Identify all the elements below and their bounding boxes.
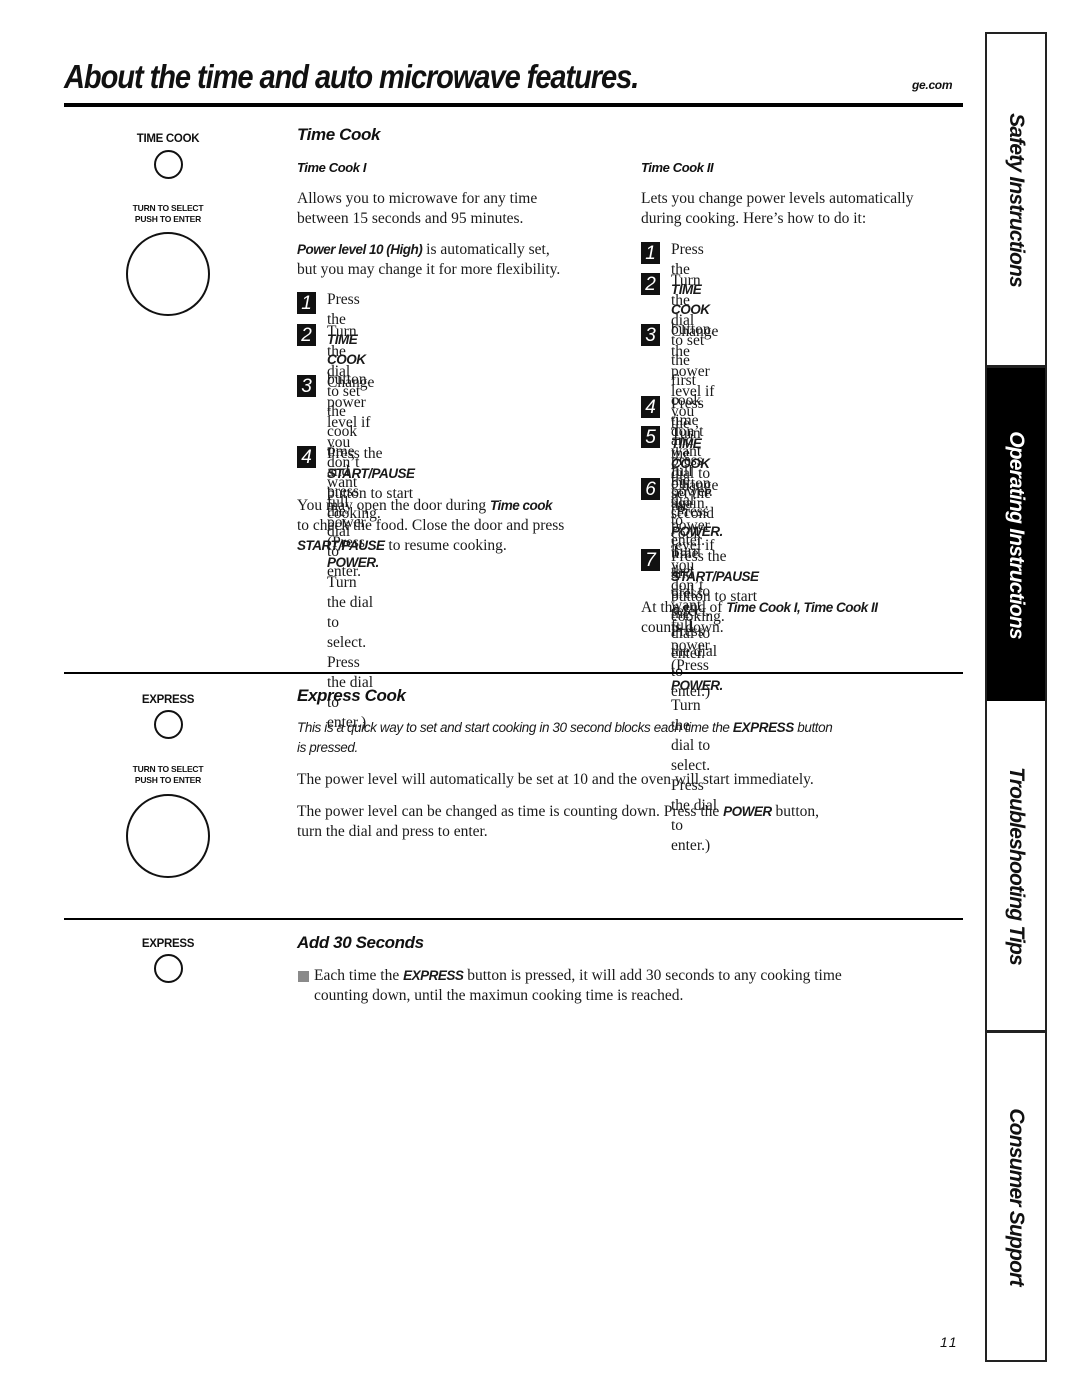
step-number: 5	[641, 426, 660, 448]
dial-icon	[126, 232, 210, 316]
time-cook-button-icon	[154, 150, 183, 179]
text-line: Allows you to microwave for any time	[297, 190, 538, 207]
dial-label-turn: TURN TO SELECT	[132, 764, 204, 774]
button-name: POWER.	[327, 555, 379, 570]
express-button-icon	[154, 710, 183, 739]
end-note: At the end of Time Cook I, Time Cook II …	[641, 598, 878, 638]
button-name: POWER.	[671, 678, 723, 693]
text-span: is automatically set,	[422, 241, 550, 258]
dial-label-push: PUSH TO ENTER	[134, 775, 202, 785]
step-number: 6	[641, 478, 660, 500]
tab-safety-instructions[interactable]: Safety Instructions	[987, 34, 1045, 365]
text-span: button,	[771, 803, 820, 820]
text-span: At the end of	[641, 599, 727, 616]
text-span: to resume cooking.	[384, 537, 507, 554]
text-line: during cooking. Here’s how to do it:	[641, 210, 867, 227]
power-level-note: Power level 10 (High) is automatically s…	[297, 240, 560, 280]
tab-consumer-support[interactable]: Consumer Support	[987, 1033, 1045, 1360]
button-name: START/PAUSE	[327, 466, 415, 481]
button-name: EXPRESS	[732, 720, 794, 735]
step-number: 7	[641, 549, 660, 571]
text-line: This is a quick way to set and start coo…	[297, 718, 833, 738]
time-cook-i-intro: Allows you to microwave for any time bet…	[297, 189, 537, 229]
text-span: This is a quick way to set and start coo…	[297, 720, 733, 735]
tab-label: Operating Instructions	[1005, 430, 1028, 639]
button-name: START/PAUSE	[671, 569, 759, 584]
text-span: Each time the	[314, 967, 404, 984]
express-cook-para1: The power level will automatically be se…	[297, 771, 814, 788]
power-level-bold: Power level 10 (High)	[297, 242, 423, 257]
door-note: You may open the door during Time cook t…	[297, 496, 564, 556]
express-button-icon	[154, 954, 183, 983]
express-cook-intro: This is a quick way to set and start coo…	[297, 718, 833, 758]
dial-label-turn: TURN TO SELECT	[132, 203, 204, 213]
text-line: START/PAUSE to resume cooking.	[297, 536, 564, 556]
text-span: Turn the dial	[327, 574, 374, 611]
text-line: counts down.	[641, 619, 724, 636]
text-line: You may open the door during Time cook	[297, 496, 564, 516]
text-line: counting down, until the maximun cooking…	[314, 987, 684, 1004]
text-line: between 15 seconds and 95 minutes.	[297, 210, 524, 227]
time-cook-ii-intro: Lets you change power levels automatical…	[641, 189, 913, 229]
step-number: 4	[297, 446, 316, 468]
step-number: 3	[641, 324, 660, 346]
time-cook-heading: Time Cook	[297, 125, 380, 144]
feature-name: Time cook	[490, 498, 553, 513]
text-line: Each time the EXPRESS button is pressed,…	[314, 966, 842, 986]
tab-label: Consumer Support	[1005, 1107, 1028, 1286]
express-cook-para2: The power level can be changed as time i…	[297, 802, 819, 842]
time-cook-button-label: TIME COOK	[136, 133, 200, 145]
time-cook-i-subheading: Time Cook I	[297, 160, 367, 175]
tab-label: Safety Instructions	[1005, 112, 1028, 287]
button-name: START/PAUSE	[297, 538, 385, 553]
button-name: POWER	[723, 804, 772, 819]
text-line: turn the dial and press to enter.	[297, 823, 488, 840]
text-span: Press the	[327, 445, 383, 462]
step-number: 3	[297, 375, 316, 397]
add-30-heading: Add 30 Seconds	[297, 933, 424, 952]
text-line: At the end of Time Cook I, Time Cook II	[641, 598, 878, 618]
add-30-text: Each time the EXPRESS button is pressed,…	[314, 966, 842, 1006]
step-number: 4	[641, 396, 660, 418]
text-line: but you may change it for more flexibili…	[297, 261, 561, 278]
tab-troubleshooting-tips[interactable]: Troubleshooting Tips	[987, 701, 1045, 1030]
text-span: Press the	[671, 548, 727, 565]
tab-label: Troubleshooting Tips	[1005, 766, 1028, 965]
express-button-label: EXPRESS	[141, 938, 195, 950]
text-line: The power level can be changed as time i…	[297, 802, 819, 822]
tab-operating-instructions[interactable]: Operating Instructions	[987, 368, 1045, 701]
text-line: Power level 10 (High) is automatically s…	[297, 240, 560, 260]
text-span: You may open the door during	[297, 497, 491, 514]
dial-label-push: PUSH TO ENTER	[134, 214, 202, 224]
step-number: 1	[297, 292, 316, 314]
text-line: to check the food. Close the door and pr…	[297, 517, 565, 534]
text-line: Lets you change power levels automatical…	[641, 190, 914, 207]
button-name: EXPRESS	[403, 968, 464, 983]
section-divider	[64, 918, 963, 920]
page-number: 11	[940, 1334, 959, 1350]
text-span: button	[793, 720, 833, 735]
dial-icon	[126, 794, 210, 878]
text-span: The power level can be changed as time i…	[297, 803, 724, 820]
step-number: 1	[641, 242, 660, 264]
time-cook-ii-subheading: Time Cook II	[641, 160, 714, 175]
site-link[interactable]: ge.com	[912, 78, 953, 92]
feature-name: Time Cook I, Time Cook II	[726, 600, 878, 615]
express-cook-heading: Express Cook	[297, 686, 406, 705]
bullet-icon	[298, 971, 309, 982]
section-tabs: Safety Instructions Operating Instructio…	[985, 32, 1047, 1362]
text-line: Press the START/PAUSE button to start	[327, 444, 415, 504]
step-number: 2	[297, 324, 316, 346]
text-span: button is pressed, it will add 30 second…	[463, 967, 842, 984]
step-number: 2	[641, 273, 660, 295]
express-button-label: EXPRESS	[141, 694, 195, 706]
page-title: About the time and auto microwave featur…	[64, 58, 639, 95]
text-line: is pressed.	[297, 740, 358, 755]
header-rule	[64, 103, 963, 107]
section-divider	[64, 672, 963, 674]
step-text: Change the power level if you don’t want…	[671, 476, 723, 856]
